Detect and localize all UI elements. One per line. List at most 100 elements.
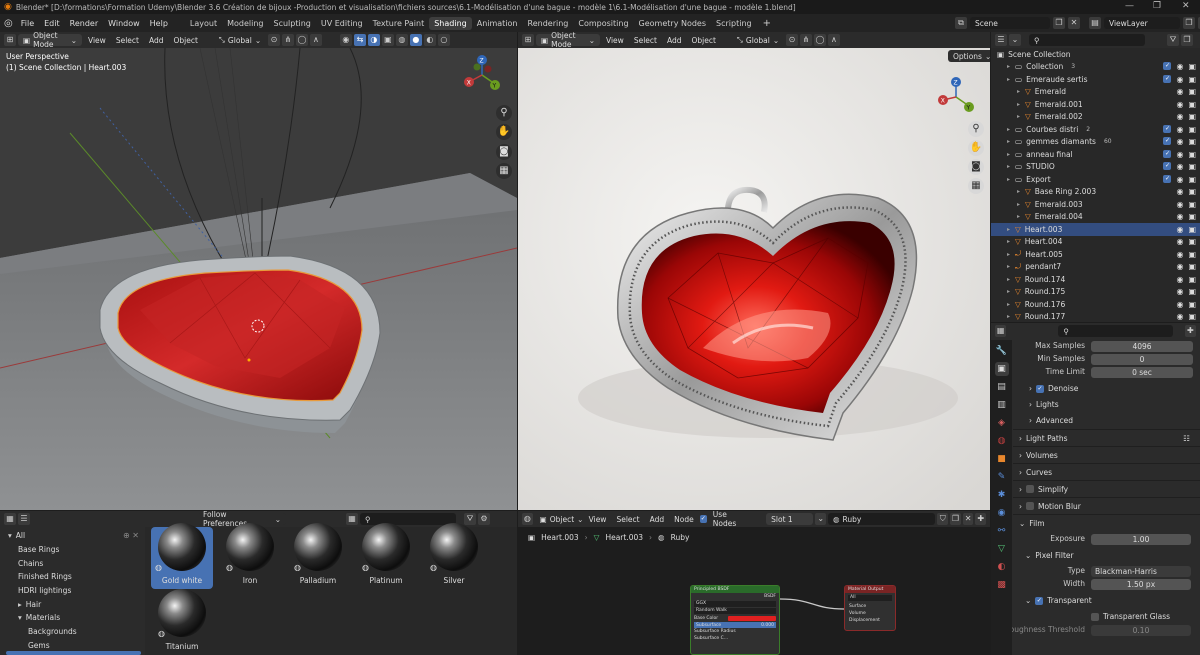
asset-catalog-add-icon[interactable]: ⊕ ✕ [123,531,139,540]
properties-editor-icon[interactable]: ▦ [995,325,1007,337]
outliner-row[interactable]: ▸ ▽ Heart.004 ◉ ▣ [991,236,1200,249]
asset-settings-icon[interactable]: ⚙ [478,513,490,525]
panel-simplify[interactable]: › Simplify [1013,480,1200,497]
transparent-glass-row[interactable]: Transparent Glass [1091,612,1170,621]
node-select-menu[interactable]: Select [612,515,643,524]
eye-icon[interactable]: ◉ [1176,300,1183,309]
grid-ortho-icon-right[interactable]: ▦ [968,178,984,194]
node-node-menu[interactable]: Node [670,515,698,524]
editor-type-icon-right[interactable]: ⊞ [522,34,534,46]
expand-arrow-icon[interactable]: ▸ [1007,63,1015,70]
use-nodes-checkbox[interactable]: ✓ [699,515,707,523]
outliner-row[interactable]: ▸ ▽ Round.175 ◉ ▣ [991,286,1200,299]
output-volume-socket[interactable]: Volume [845,610,895,617]
camera-render-icon[interactable]: ▣ [1188,187,1196,196]
asset-search-input[interactable]: ⚲ [360,513,456,525]
expand-arrow-icon[interactable]: ▸ [1017,201,1025,208]
panel-film[interactable]: ⌄ Film [1013,514,1200,531]
eye-icon[interactable]: ◉ [1176,287,1183,296]
outliner-row[interactable]: ▸ ▭ STUDIO ✓ ◉ ▣ [991,161,1200,174]
shading-wireframe-icon[interactable]: ◍ [395,34,408,46]
outliner-row[interactable]: ▸ ▽ Round.176 ◉ ▣ [991,298,1200,311]
shading-material-icon[interactable]: ◐ [423,34,436,46]
expand-arrow-icon[interactable]: ▸ [1017,213,1025,220]
asset-menu-icon[interactable]: ☰ [18,513,30,525]
transform-orientation-dropdown-right[interactable]: ⤡ Global ⌄ [732,34,784,46]
expand-arrow-icon[interactable]: ▸ [1007,226,1015,233]
add-menu[interactable]: Add [145,36,168,45]
workspace-tab-rendering[interactable]: Rendering [523,17,574,30]
remove-scene-icon[interactable]: ✕ [1068,17,1080,29]
fake-user-icon[interactable]: ⛉ [937,513,949,525]
display-mode-icon[interactable]: ⌄ [1009,34,1021,46]
output-surface-socket[interactable]: Surface [845,603,895,610]
node-editor-canvas[interactable]: ▣ Heart.003 › ▽ Heart.003 › ◍ Ruby Princ… [518,527,990,655]
material-tab-icon[interactable]: ◐ [995,560,1009,574]
blender-menu-icon[interactable]: ◎ [4,18,16,29]
data-tab-icon[interactable]: ▽ [995,542,1009,556]
exclude-checkbox[interactable]: ✓ [1163,124,1172,133]
eye-icon[interactable]: ◉ [1176,137,1183,146]
new-viewlayer-icon[interactable]: ❐ [1183,17,1195,29]
camera-render-icon[interactable]: ▣ [1188,250,1196,259]
expand-arrow-icon[interactable]: ▸ [1007,126,1015,133]
camera-render-icon[interactable]: ▣ [1188,200,1196,209]
modifier-tab-icon[interactable]: ✎ [995,470,1009,484]
asset-category-backgrounds[interactable]: Backgrounds [0,625,145,639]
outliner-editor-icon[interactable]: ☰ [995,34,1007,46]
slot-expand-icon[interactable]: ⌄ [815,513,826,525]
eye-icon[interactable]: ◉ [1176,75,1183,84]
expand-arrow-icon[interactable]: ▸ [1017,188,1025,195]
tool-tab-icon[interactable]: 🔧 [995,344,1009,358]
view-menu-right[interactable]: View [602,36,628,45]
outliner-scene-collection[interactable]: ▣ Scene Collection [991,48,1200,61]
eye-icon[interactable]: ◉ [1176,225,1183,234]
eye-icon[interactable]: ◉ [1176,275,1183,284]
panel-checkbox[interactable] [1026,485,1034,493]
eye-icon[interactable]: ◉ [1176,237,1183,246]
pan-hand-icon-right[interactable]: ✋ [968,140,984,156]
expand-arrow-icon[interactable]: ▸ [1007,176,1015,183]
panel-checkbox[interactable] [1026,502,1034,510]
outliner-row[interactable]: ▸ ▭ Collection 3 ✓ ◉ ▣ [991,61,1200,74]
expand-arrow-icon[interactable]: ▸ [1017,101,1025,108]
expand-arrow-icon[interactable]: ▸ [1007,251,1015,258]
workspace-tab-uv-editing[interactable]: UV Editing [316,17,368,30]
exclude-checkbox[interactable]: ✓ [1163,162,1172,171]
expand-arrow-icon[interactable]: ▸ [1007,163,1015,170]
expand-arrow-icon[interactable]: ▸ [1007,276,1015,283]
world-tab-icon[interactable]: ◍ [995,434,1009,448]
eye-icon[interactable]: ◉ [1176,162,1183,171]
roughness-threshold-field[interactable]: 0.10 [1091,625,1191,636]
eye-icon[interactable]: ◉ [1176,150,1183,159]
asset-thumbnail[interactable]: Titanium ◍ [154,589,210,655]
object-tab-icon[interactable]: ■ [995,452,1009,466]
material-selector[interactable]: ◍ Ruby [828,513,936,525]
select-menu[interactable]: Select [112,36,143,45]
camera-icon-right[interactable]: ◙ [968,159,984,175]
expand-arrow-icon[interactable]: ▸ [1017,88,1025,95]
output-displacement-socket[interactable]: Displacement [845,617,895,624]
render-tab-icon[interactable]: ▣ [994,362,1009,376]
eye-icon[interactable]: ◉ [1176,112,1183,121]
panel-motion-blur[interactable]: › Motion Blur [1013,497,1200,514]
outliner-row[interactable]: ▸ ⤾ pendant7 ◉ ▣ [991,261,1200,274]
maximize-icon[interactable]: ❐ [1153,1,1161,11]
camera-render-icon[interactable]: ▣ [1188,150,1196,159]
outliner-search-input[interactable]: ⚲ [1029,34,1145,46]
navigation-gizmo[interactable]: Z Y X [461,54,503,96]
workspace-tab-shading[interactable]: Shading [429,16,472,30]
particles-tab-icon[interactable]: ✱ [995,488,1009,502]
workspace-tab-modeling[interactable]: Modeling [222,17,268,30]
visibility-icon[interactable]: ◉ [339,34,352,46]
pan-hand-icon[interactable]: ✋ [496,124,512,140]
outliner-row[interactable]: ▸ ▽ Round.174 ◉ ▣ [991,273,1200,286]
zoom-icon-right[interactable]: ⚲ [968,121,984,137]
transparent-glass-checkbox[interactable] [1091,612,1099,621]
outliner-row[interactable]: ▸ ▭ Export ✓ ◉ ▣ [991,173,1200,186]
node-object-dropdown[interactable]: ▣ Object ⌄ [534,513,583,525]
asset-filter-icon[interactable]: ⛛ [464,513,476,525]
workspace-tab-sculpting[interactable]: Sculpting [269,17,316,30]
viewport-solid[interactable]: User Perspective (1) Scene Collection | … [0,48,517,510]
exclude-checkbox[interactable]: ✓ [1163,174,1172,183]
